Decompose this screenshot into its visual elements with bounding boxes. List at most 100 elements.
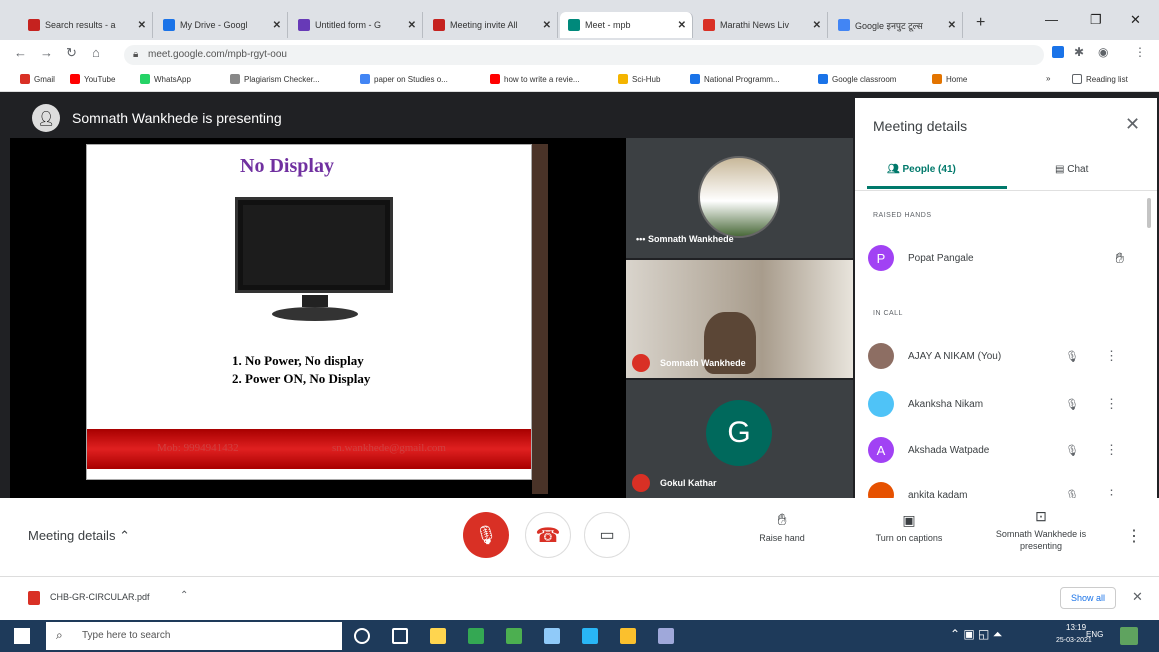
bookmark-item[interactable]: Gmail — [20, 74, 55, 84]
reload-icon[interactable]: ↻ — [66, 45, 77, 61]
participant-row[interactable]: A Akshada Watpade 🎙︎ ⋮ — [868, 435, 1138, 465]
tab-chat[interactable]: ▤ Chat — [1055, 164, 1088, 175]
close-icon[interactable]: ✕ — [1125, 114, 1140, 135]
browser-tab[interactable]: Meeting invite All ✕ — [425, 12, 558, 38]
system-tray-icons[interactable]: ⌃ ▣ ◱ ⏶ — [950, 627, 1002, 642]
bookmark-item[interactable]: Plagiarism Checker... — [230, 74, 320, 84]
scrollbar[interactable] — [1147, 198, 1151, 228]
more-options-icon[interactable]: ⋮ — [1105, 396, 1118, 412]
browser-tab[interactable]: Meet - mpb ✕ — [560, 12, 693, 38]
bookmark-item[interactable]: paper on Studies o... — [360, 74, 448, 84]
bookmarks-more[interactable]: » — [1046, 74, 1050, 83]
more-options-icon[interactable]: ⋮ — [1126, 526, 1142, 546]
taskbar-app-icon[interactable] — [658, 628, 674, 644]
extension-icon[interactable] — [1052, 46, 1064, 58]
tab-close-icon[interactable]: ✕ — [543, 20, 551, 31]
bookmark-item[interactable]: how to write a revie... — [490, 74, 580, 84]
tab-close-icon[interactable]: ✕ — [678, 20, 686, 31]
tab-people[interactable]: 👥︎ People (41) — [887, 164, 956, 175]
browser-tab[interactable]: Untitled form - G ✕ — [290, 12, 423, 38]
tab-close-icon[interactable]: ✕ — [273, 20, 281, 31]
camera-toggle-button[interactable]: ▭ — [584, 512, 630, 558]
raise-hand-button[interactable]: ✋︎ Raise hand — [752, 512, 812, 543]
bookmark-label: Sci-Hub — [632, 74, 661, 84]
download-file-name[interactable]: CHB-GR-CIRCULAR.pdf — [50, 592, 150, 602]
taskbar: ⌕ Type here to search ENG 13:19 25-03-20… — [0, 620, 1159, 652]
reading-list-button[interactable]: Reading list — [1072, 74, 1128, 84]
participant-row[interactable]: Akanksha Nikam 🎙︎ ⋮ — [868, 389, 1138, 419]
browser-tab[interactable]: Marathi News Liv ✕ — [695, 12, 828, 38]
puzzle-icon[interactable]: ✱ — [1074, 45, 1084, 59]
bookmark-item[interactable]: National Programm... — [690, 74, 780, 84]
tab-close-icon[interactable]: ✕ — [813, 20, 821, 31]
participant-row[interactable]: AJAY A NIKAM (You) 🎙︎ ⋮ — [868, 341, 1138, 371]
taskbar-app-icon[interactable] — [620, 628, 636, 644]
tab-label: Marathi News Liv — [720, 20, 790, 30]
browser-tab[interactable]: My Drive - Googl ✕ — [155, 12, 288, 38]
clock-date[interactable]: 25-03-2021 — [1056, 637, 1092, 644]
close-window-icon[interactable]: ✕ — [1130, 12, 1141, 28]
tab-label: Search results - a — [45, 20, 116, 30]
more-options-icon[interactable]: ⋮ — [1105, 348, 1118, 364]
minimize-icon[interactable]: — — [1045, 12, 1058, 27]
slide-title: No Display — [240, 155, 334, 177]
mic-toggle-button[interactable]: 🎙︎ — [463, 512, 509, 558]
bookmark-item[interactable]: Google classroom — [818, 74, 896, 84]
tab-close-icon[interactable]: ✕ — [948, 20, 956, 31]
browser-tab[interactable]: Search results - a ✕ — [20, 12, 153, 38]
lower-hand-icon[interactable]: ✋︎ — [1115, 250, 1124, 267]
hang-up-icon: ☎︎ — [535, 524, 561, 547]
back-icon[interactable]: ← — [14, 45, 27, 60]
show-all-button[interactable]: Show all — [1060, 587, 1116, 609]
participant-name: Akanksha Nikam — [908, 398, 984, 410]
presentation-slide: No Display 1. No Power, No display 2. Po… — [86, 144, 532, 480]
meeting-details-button[interactable]: Meeting details ⌃ — [28, 528, 130, 544]
clock-time[interactable]: 13:19 — [1066, 623, 1086, 632]
taskbar-app-icon[interactable] — [506, 628, 522, 644]
browser-tab[interactable]: Google इनपुट टूल्स ✕ — [830, 12, 963, 38]
people-icon: 👥︎ — [887, 164, 903, 175]
tab-close-icon[interactable]: ✕ — [138, 20, 146, 31]
participant-avatar — [868, 343, 894, 369]
bookmark-label: Home — [946, 74, 968, 84]
taskbar-app-icon[interactable] — [582, 628, 598, 644]
url-field[interactable]: 🔒︎ meet.google.com/mpb-rgyt-oou — [124, 45, 1044, 65]
notifications-icon[interactable] — [1120, 627, 1138, 645]
taskbar-app-icon[interactable] — [430, 628, 446, 644]
tab-label: Meeting invite All — [450, 20, 518, 30]
participant-name: Somnath Wankhede — [660, 358, 746, 368]
chevron-up-icon[interactable]: ⌃ — [180, 590, 188, 601]
taskbar-app-icon[interactable] — [354, 628, 370, 644]
bookmark-icon — [490, 74, 500, 84]
more-options-icon[interactable]: ⋮ — [1105, 442, 1118, 458]
leave-call-button[interactable]: ☎︎ — [525, 512, 571, 558]
presenting-button[interactable]: ⊡ Somnath Wankhede is presenting — [982, 508, 1100, 552]
bookmark-item[interactable]: Home — [932, 74, 967, 84]
tab-close-icon[interactable]: ✕ — [408, 20, 416, 31]
bookmark-item[interactable]: Sci-Hub — [618, 74, 660, 84]
tab-favicon — [568, 19, 580, 31]
video-tile[interactable]: G Gokul Kathar — [626, 380, 853, 498]
taskbar-app-icon[interactable] — [392, 628, 408, 644]
video-tile[interactable]: Somnath Wankhede — [626, 260, 853, 378]
bookmark-item[interactable]: WhatsApp — [140, 74, 191, 84]
menu-icon[interactable]: ⋮ — [1134, 45, 1146, 59]
bookmark-item[interactable]: YouTube — [70, 74, 115, 84]
windows-start-icon[interactable] — [14, 628, 30, 644]
maximize-icon[interactable]: ❐ — [1090, 12, 1102, 28]
home-icon[interactable]: ⌂ — [92, 45, 100, 60]
profile-icon[interactable]: ◉ — [1098, 45, 1108, 59]
close-icon[interactable]: ✕ — [1132, 589, 1143, 605]
video-tile[interactable]: ••• Somnath Wankhede — [626, 138, 853, 258]
reading-list-label: Reading list — [1086, 74, 1128, 84]
captions-button[interactable]: ▣ Turn on captions — [862, 512, 956, 543]
raised-hands-heading: RAISED HANDS — [873, 212, 932, 219]
taskbar-app-icon[interactable] — [468, 628, 484, 644]
raised-hand-row[interactable]: P Popat Pangale ✋︎ — [868, 243, 1138, 273]
new-tab-button[interactable]: + — [976, 14, 985, 32]
taskbar-search-field[interactable]: ⌕ Type here to search — [46, 622, 342, 650]
mic-off-icon: 🎙︎ — [1065, 398, 1079, 411]
taskbar-app-icon[interactable] — [544, 628, 560, 644]
slide-item: 1. No Power, No display — [232, 353, 364, 368]
forward-icon[interactable]: → — [40, 45, 53, 60]
